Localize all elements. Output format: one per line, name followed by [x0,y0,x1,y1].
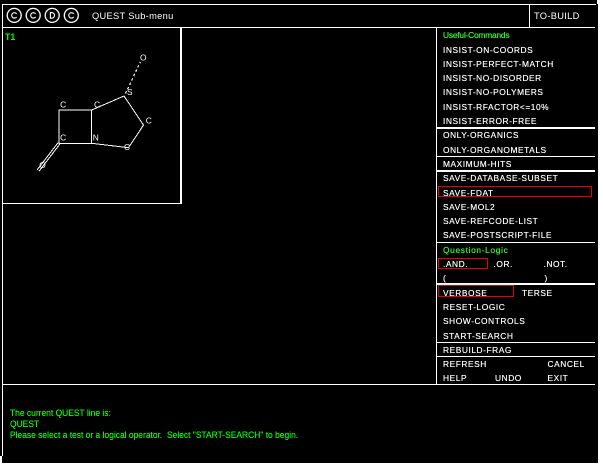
svg-text:O: O [140,53,147,63]
svg-text:C: C [146,116,152,126]
svg-text:C: C [60,133,66,143]
svg-text:N: N [93,133,99,143]
svg-text:C: C [94,99,100,109]
svg-text:S: S [127,87,133,97]
svg-text:C: C [60,99,66,109]
svg-text:C: C [124,142,130,152]
svg-text:O: O [39,160,46,170]
